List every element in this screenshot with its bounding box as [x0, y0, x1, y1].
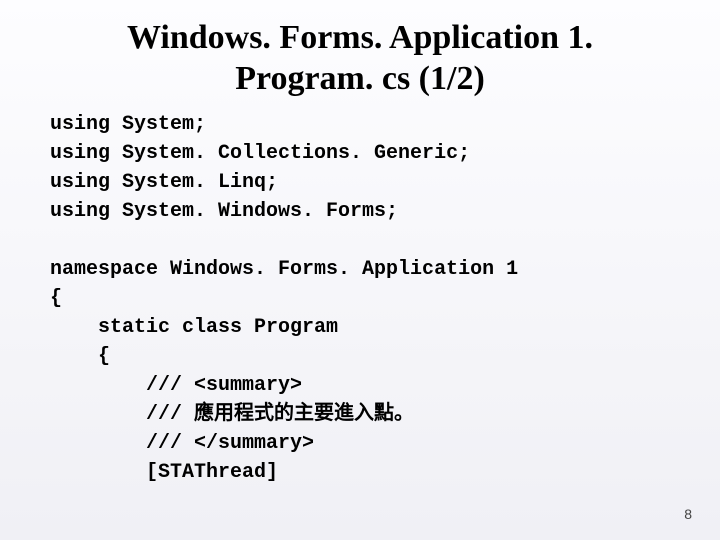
code-block: using System; using System. Collections.… — [50, 110, 670, 487]
title-line-2: Program. cs (1/2) — [235, 60, 485, 97]
title-line-1: Windows. Forms. Application 1. — [127, 19, 593, 56]
slide: Windows. Forms. Application 1. Program. … — [0, 0, 720, 540]
page-number: 8 — [684, 506, 692, 522]
slide-title: Windows. Forms. Application 1. Program. … — [50, 18, 670, 100]
